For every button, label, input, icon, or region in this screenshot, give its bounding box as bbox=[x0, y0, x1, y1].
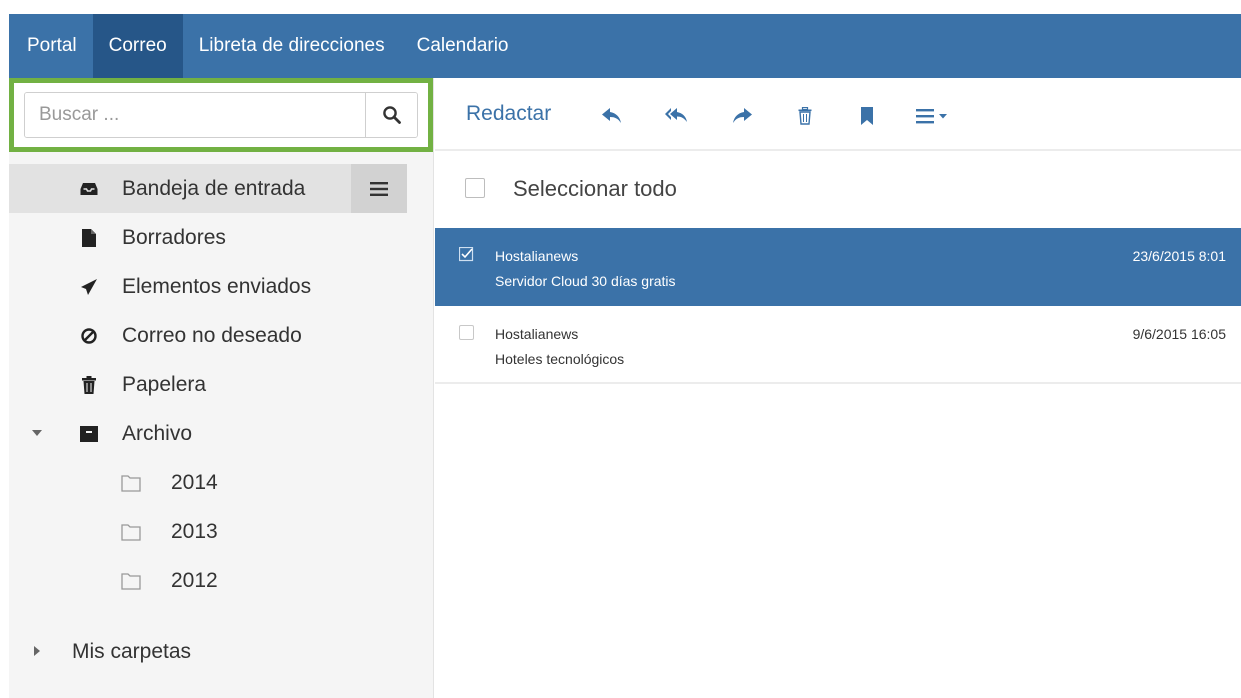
folder-label: Borradores bbox=[122, 225, 226, 249]
folder-label: Correo no deseado bbox=[122, 323, 302, 347]
reply-all-icon bbox=[665, 108, 687, 122]
folder-sent[interactable]: Elementos enviados bbox=[9, 262, 433, 311]
select-all-row: Seleccionar todo bbox=[435, 152, 1241, 225]
reply-all-button[interactable] bbox=[665, 105, 689, 127]
folder-list: Bandeja de entrada Borradores Elementos … bbox=[9, 164, 433, 676]
folder-archive[interactable]: Archivo bbox=[9, 409, 433, 458]
message-row[interactable]: Hostalianews Hoteles tecnológicos 9/6/20… bbox=[435, 306, 1241, 384]
message-subject: Hoteles tecnológicos bbox=[495, 351, 625, 367]
ban-icon bbox=[79, 326, 99, 346]
folder-outline-icon bbox=[121, 573, 141, 590]
more-menu-icon bbox=[916, 109, 947, 124]
folder-spam[interactable]: Correo no deseado bbox=[9, 311, 433, 360]
hamburger-icon bbox=[370, 181, 388, 196]
delete-button[interactable] bbox=[793, 105, 817, 127]
caret-right-icon[interactable] bbox=[30, 644, 44, 658]
archive-icon bbox=[79, 424, 99, 444]
folder-outline-icon bbox=[121, 524, 141, 541]
message-subject: Servidor Cloud 30 días gratis bbox=[495, 273, 676, 289]
select-all-label[interactable]: Seleccionar todo bbox=[513, 176, 677, 202]
delete-icon bbox=[798, 107, 812, 125]
top-navigation: Portal Correo Libreta de direcciones Cal… bbox=[9, 14, 1241, 78]
forward-icon bbox=[733, 108, 752, 123]
folder-my-folders[interactable]: Mis carpetas bbox=[9, 627, 433, 676]
folder-label: Bandeja de entrada bbox=[122, 176, 306, 200]
search-group bbox=[24, 92, 418, 138]
nav-portal[interactable]: Portal bbox=[9, 14, 93, 78]
inbox-icon bbox=[79, 179, 99, 199]
trash-icon bbox=[79, 375, 99, 395]
folder-outline-icon bbox=[121, 475, 141, 492]
nav-correo[interactable]: Correo bbox=[92, 14, 183, 78]
message-sender: Hostalianews bbox=[495, 326, 579, 342]
message-sender: Hostalianews bbox=[495, 248, 579, 264]
folder-trash[interactable]: Papelera bbox=[9, 360, 433, 409]
reply-icon bbox=[602, 108, 621, 123]
bookmark-icon bbox=[861, 107, 873, 125]
subfolder-2013[interactable]: 2013 bbox=[9, 507, 433, 556]
search-icon bbox=[382, 106, 401, 124]
message-row[interactable]: Hostalianews Servidor Cloud 30 días grat… bbox=[435, 228, 1241, 306]
subfolder-label: 2012 bbox=[171, 568, 218, 592]
reply-button[interactable] bbox=[600, 105, 624, 127]
folder-menu-button[interactable] bbox=[351, 164, 407, 213]
search-input[interactable] bbox=[25, 93, 365, 137]
nav-calendar[interactable]: Calendario bbox=[401, 14, 525, 78]
checked-checkbox-icon[interactable] bbox=[459, 247, 474, 262]
folder-label: Mis carpetas bbox=[72, 639, 192, 663]
subfolder-label: 2013 bbox=[171, 519, 218, 543]
folder-drafts[interactable]: Borradores bbox=[9, 213, 433, 262]
folder-label: Papelera bbox=[122, 372, 207, 396]
subfolder-label: 2014 bbox=[171, 470, 218, 494]
subfolder-2012[interactable]: 2012 bbox=[9, 556, 433, 605]
more-menu-button[interactable] bbox=[915, 105, 957, 127]
bookmark-button[interactable] bbox=[855, 105, 879, 127]
caret-down-icon[interactable] bbox=[30, 426, 44, 440]
search-box bbox=[9, 78, 433, 152]
folder-label: Archivo bbox=[122, 421, 193, 445]
folder-inbox[interactable]: Bandeja de entrada bbox=[9, 164, 407, 213]
subfolder-2014[interactable]: 2014 bbox=[9, 458, 433, 507]
sidebar: Bandeja de entrada Borradores Elementos … bbox=[9, 78, 434, 698]
compose-button[interactable]: Redactar bbox=[466, 102, 551, 126]
nav-address-book[interactable]: Libreta de direcciones bbox=[183, 14, 401, 78]
paper-plane-icon bbox=[79, 277, 99, 297]
message-date: 9/6/2015 16:05 bbox=[1132, 326, 1226, 342]
message-toolbar: Redactar bbox=[435, 78, 1241, 151]
message-date: 23/6/2015 8:01 bbox=[1132, 248, 1226, 264]
forward-button[interactable] bbox=[730, 105, 754, 127]
draft-file-icon bbox=[79, 228, 99, 248]
select-all-checkbox[interactable] bbox=[465, 178, 485, 198]
message-checkbox[interactable] bbox=[459, 325, 474, 340]
folder-label: Elementos enviados bbox=[122, 274, 312, 298]
search-button[interactable] bbox=[365, 93, 417, 137]
